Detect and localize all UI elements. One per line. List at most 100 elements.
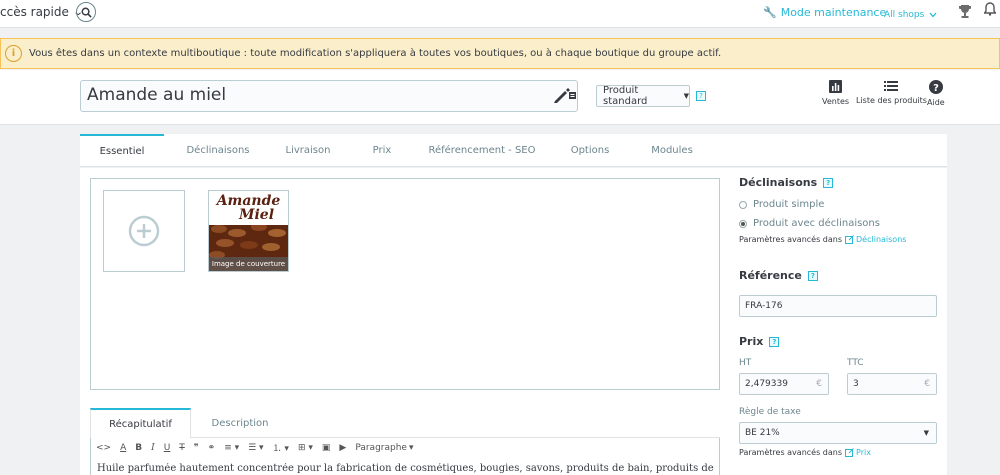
caret-down-icon: ▼ — [923, 429, 929, 437]
strikethrough-icon[interactable]: T — [179, 443, 185, 453]
summary-tabs: Récapitulatif Description — [90, 408, 720, 439]
list-icon — [884, 81, 899, 91]
bold-icon[interactable]: B — [135, 443, 142, 453]
price-ttc-input[interactable]: 3 € — [847, 373, 937, 395]
prix-title: Prix ? — [739, 335, 780, 348]
help-icon[interactable]: ? — [696, 91, 706, 101]
reference-title: Référence ? — [739, 269, 818, 282]
declinaisons-section: Déclinaisons ? — [739, 176, 834, 189]
price-ht-value: 2,479339 — [745, 379, 788, 389]
help-circle-icon: ? — [928, 80, 943, 94]
caret-down-icon: ▼ — [683, 92, 689, 100]
tab-modules[interactable]: Modules — [636, 134, 708, 166]
quick-access-menu[interactable]: ccès rapide ⌄ — [0, 5, 84, 19]
declinaisons-advanced-note: Paramètres avancés dans Déclinaisons — [739, 235, 906, 244]
prix-title-text: Prix — [739, 335, 764, 348]
tab-essentiel[interactable]: Essentiel — [80, 134, 164, 166]
add-image-button[interactable] — [103, 190, 185, 272]
quote-icon[interactable]: ❞ — [194, 443, 199, 453]
edit-translation-icon[interactable] — [553, 87, 577, 106]
radio-simple-product[interactable]: Produit simple — [739, 199, 824, 210]
prix-section: Prix ? — [739, 335, 780, 348]
tax-rule-label: Règle de taxe — [739, 407, 801, 417]
product-list-button[interactable]: Liste des produits — [856, 80, 927, 105]
bar-chart-icon — [829, 80, 843, 93]
help-label: Aide — [927, 98, 945, 107]
multishop-alert: i Vous êtes dans un contexte multiboutiq… — [0, 38, 1000, 69]
summary-editor[interactable]: <> A B I U T ❞ ⚭ ≡ ▾ ☰ ▾ ⒈ ▾ ⊞ ▾ ▣ ▶ Par… — [90, 438, 720, 475]
tab-options[interactable]: Options — [554, 134, 626, 166]
product-tabs: Essentiel Déclinaisons Livraison Prix Ré… — [80, 134, 947, 167]
help-icon[interactable]: ? — [807, 270, 818, 281]
product-photo: Amande Miel Image de couverture — [209, 191, 288, 271]
image-icon[interactable]: ▣ — [322, 443, 331, 453]
sales-label: Ventes — [822, 97, 850, 106]
logo-line2: Miel — [238, 207, 275, 223]
align-icon[interactable]: ≡ ▾ — [224, 443, 239, 453]
external-link-icon — [845, 448, 854, 457]
tab-recapitulatif[interactable]: Récapitulatif — [90, 408, 191, 439]
tab-seo[interactable]: Référencement - SEO — [420, 134, 544, 166]
prix-link[interactable]: Prix — [845, 448, 871, 457]
alert-message: Vous êtes dans un contexte multiboutique… — [29, 48, 722, 59]
plus-circle-icon — [128, 215, 160, 247]
declinaisons-title-text: Déclinaisons — [739, 176, 818, 189]
product-header: Amande au miel Produit standard ▼ ? Vent… — [0, 70, 1000, 125]
underline-icon[interactable]: U — [164, 443, 171, 453]
bullet-list-icon[interactable]: ☰ ▾ — [248, 443, 263, 453]
format-select[interactable]: Paragraphe ▾ — [355, 443, 413, 453]
link-icon[interactable]: ⚭ — [208, 443, 216, 453]
text-color-icon[interactable]: A — [120, 443, 126, 453]
tab-prix[interactable]: Prix — [352, 134, 412, 166]
declinaisons-link[interactable]: Déclinaisons — [845, 235, 906, 244]
price-ht-input[interactable]: 2,479339 € — [739, 373, 829, 395]
trophy-icon[interactable] — [958, 4, 972, 23]
reference-input[interactable]: FRA-176 — [739, 295, 937, 317]
product-name-input[interactable]: Amande au miel — [80, 80, 578, 112]
currency-suffix: € — [924, 379, 930, 389]
media-icon[interactable]: ▶ — [339, 443, 346, 453]
price-ttc-value: 3 — [853, 379, 859, 389]
search-icon[interactable] — [76, 2, 96, 22]
logo-line1: Amande — [216, 193, 281, 209]
tab-description[interactable]: Description — [202, 408, 278, 438]
radio-button-checked[interactable] — [739, 219, 747, 228]
editor-content[interactable]: Huile parfumée hautement concentrée pour… — [97, 463, 717, 475]
shop-selector[interactable]: All shops — [884, 10, 937, 20]
help-icon[interactable]: ? — [769, 336, 780, 347]
shop-selector-label: All shops — [884, 10, 925, 20]
link-text: Déclinaisons — [856, 235, 907, 244]
top-header: ccès rapide ⌄ 🔧 Mode maintenance All sho… — [0, 0, 1000, 28]
table-icon[interactable]: ⊞ ▾ — [298, 443, 313, 453]
radio-button[interactable] — [739, 200, 747, 209]
italic-icon[interactable]: I — [151, 443, 155, 453]
tab-livraison[interactable]: Livraison — [270, 134, 346, 166]
numbered-list-icon[interactable]: ⒈ ▾ — [273, 441, 289, 454]
brand-logo: Amande Miel — [209, 191, 288, 225]
product-type-select[interactable]: Produit standard ▼ — [596, 85, 690, 107]
product-type-value: Produit standard — [603, 85, 648, 107]
tax-rule-select[interactable]: BE 21% ▼ — [739, 422, 937, 444]
quick-access-label: ccès rapide — [0, 5, 69, 19]
tab-declinaisons[interactable]: Déclinaisons — [174, 134, 262, 166]
maintenance-mode-link[interactable]: 🔧 Mode maintenance — [763, 6, 886, 19]
reference-section: Référence ? — [739, 269, 818, 282]
info-icon: i — [5, 45, 22, 62]
wrench-icon: 🔧 — [763, 6, 777, 19]
help-icon[interactable]: ? — [823, 177, 834, 188]
editor-toolbar: <> A B I U T ❞ ⚭ ≡ ▾ ☰ ▾ ⒈ ▾ ⊞ ▾ ▣ ▶ Par… — [91, 438, 719, 457]
radio-label: Produit simple — [753, 199, 825, 210]
prix-advanced-note: Paramètres avancés dans Prix — [739, 448, 871, 457]
product-list-label: Liste des produits — [856, 96, 927, 105]
radio-label: Produit avec déclinaisons — [753, 218, 880, 229]
sales-button[interactable]: Ventes — [822, 80, 849, 106]
source-code-icon[interactable]: <> — [96, 443, 111, 453]
currency-suffix: € — [816, 379, 822, 389]
price-ttc-label: TTC — [847, 358, 864, 368]
radio-product-with-variants[interactable]: Produit avec déclinaisons — [739, 218, 880, 229]
help-button[interactable]: ? Aide — [927, 80, 945, 107]
reference-title-text: Référence — [739, 269, 802, 282]
bell-icon[interactable] — [983, 2, 997, 19]
cover-image-thumbnail[interactable]: Amande Miel Image de couverture — [208, 190, 289, 272]
link-text: Prix — [856, 448, 871, 457]
